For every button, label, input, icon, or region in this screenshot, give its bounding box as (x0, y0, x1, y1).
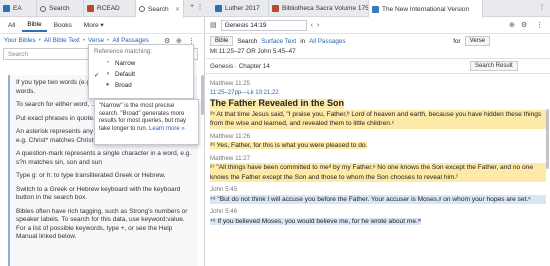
breadcrumb-verse[interactable]: Verse (88, 37, 104, 44)
tab-more[interactable]: More ▾ (79, 19, 109, 31)
pericope-title: The Father Revealed in the Son (210, 98, 345, 109)
doc-icon (272, 5, 279, 12)
option-narrow[interactable]: ◔ Narrow (89, 58, 193, 69)
verse-select[interactable]: Verse (464, 36, 490, 46)
menu-header: Reference matching: (94, 48, 153, 55)
tab-luther[interactable]: Luther 2017 (212, 0, 269, 17)
tooltip: "Narrow" is the most precise search. "Br… (94, 99, 199, 145)
tab-strip: EA Search RCEAD Search ✕ + ⋮ Luther 2017… (0, 0, 550, 18)
book-icon (3, 5, 10, 12)
tab-search-1[interactable]: Search (37, 0, 84, 17)
options-icon[interactable]: ⋮ (536, 21, 543, 29)
forward-icon[interactable]: › (317, 22, 319, 29)
default-icon: ◑ (105, 71, 110, 77)
context-label: Genesis · Chapter 14 (210, 62, 270, 70)
reference-input[interactable]: Genesis 14:19 (220, 19, 307, 31)
panel-menu-icon[interactable]: ⊕ (509, 21, 515, 29)
for-label: for (453, 37, 461, 45)
more-tabs-icon[interactable]: ⋮ (195, 3, 205, 11)
verse-reference[interactable]: Matthew 11:25 (210, 79, 546, 89)
broad-icon: ● (105, 82, 110, 88)
bible-panel: ▤ Genesis 14:19 ‹ › ⊕ ⚙ ⋮ Bible Search S… (206, 17, 550, 266)
back-icon[interactable]: ‹ (311, 22, 313, 29)
breadcrumb-text[interactable]: All Bible Text (44, 37, 80, 44)
verse-text: ⁴⁶ If you believed Moses, you would beli… (210, 217, 422, 225)
book-icon (215, 5, 222, 12)
verse-text: ⁴⁵ "But do not think I will accuse you b… (210, 194, 546, 204)
verse-text: ²⁶ Yes, Father, for this is what you wer… (210, 142, 368, 149)
tab-bible[interactable]: Bible (22, 19, 47, 32)
settings-icon[interactable]: ⚙ (521, 21, 527, 29)
app-window: EA Search RCEAD Search ✕ + ⋮ Luther 2017… (0, 0, 550, 266)
search-result-button[interactable]: Search Result (470, 61, 518, 71)
verse-reference[interactable]: John 5:45 (210, 185, 546, 195)
tab-books[interactable]: Books (49, 20, 77, 31)
bible-select[interactable]: Bible (210, 36, 234, 46)
book-icon[interactable]: ▤ (210, 21, 217, 29)
help-paragraph: Switch to a Greek or Hebrew keyboard wit… (16, 185, 181, 202)
verse-reference[interactable]: Matthew 11:27 (210, 154, 546, 164)
more-tabs-icon[interactable]: ⋮ (537, 3, 547, 11)
breadcrumb-separator: • (107, 37, 110, 44)
tab-more-label: More (83, 22, 99, 29)
option-broad[interactable]: ● Broad (89, 80, 193, 91)
tab-bibliotheca[interactable]: Bibliotheca Sacra Volume 175 (269, 0, 369, 17)
search-type-tabs: All Bible Books More ▾ ⚙ ⊕ ⋮ (0, 17, 204, 45)
checkmark-icon: ✓ (94, 71, 100, 79)
option-label: Default (115, 71, 135, 78)
narrow-icon: ◔ (105, 60, 110, 66)
tab-search-active[interactable]: Search ✕ (136, 0, 184, 18)
verse-text: ²⁷ "All things have been committed to me… (210, 163, 546, 182)
search-bar: Bible Search Surface Text in All Passage… (206, 34, 550, 48)
reference-matching-menu: Reference matching: ◔ Narrow ✓ ◑ Default… (88, 44, 194, 99)
breadcrumb-separator: • (38, 37, 41, 44)
book-icon (372, 5, 379, 13)
reference-bar: ▤ Genesis 14:19 ‹ › ⊕ ⚙ ⋮ (206, 17, 550, 34)
scrollbar[interactable] (546, 109, 549, 169)
search-icon (139, 6, 145, 12)
query-refs[interactable]: Mt 11:25–27 OR John 5:45–47 (206, 48, 550, 59)
search-icon (40, 5, 46, 12)
doc-icon (87, 5, 94, 12)
search-label: Search (237, 37, 258, 45)
help-paragraph: Bibles often have rich tagging, such as … (16, 207, 188, 241)
option-label: Narrow (115, 60, 136, 67)
verse-text: ²⁵ At that time Jesus said, "I praise yo… (210, 109, 546, 129)
help-paragraph: A question-mark represents a single char… (16, 150, 192, 166)
tab-rcead[interactable]: RCEAD (84, 0, 136, 17)
tab-niv[interactable]: The New International Version (369, 0, 483, 18)
help-paragraph: Type g: or h: to type transliterated Gre… (16, 172, 166, 179)
in-label: in (300, 37, 306, 45)
breadcrumb-separator: • (82, 37, 85, 44)
scope-link[interactable]: Surface Text (261, 38, 296, 45)
verse-reference[interactable]: John 5:46 (210, 207, 546, 217)
close-icon[interactable]: ✕ (175, 6, 180, 13)
tab-all[interactable]: All (3, 20, 20, 31)
learn-more-link[interactable]: Learn more » (149, 126, 185, 132)
tab-ea[interactable]: EA (0, 0, 37, 17)
results-content: Matthew 11:25 11:25–27pp—Lk 10:21,22 The… (206, 74, 550, 229)
passages-link[interactable]: All Passages (309, 38, 345, 45)
context-bar: Genesis · Chapter 14 Search Result (206, 59, 550, 74)
scrollbar[interactable] (201, 75, 204, 115)
verse-reference[interactable]: Matthew 11:26 (210, 132, 546, 142)
parallel-reference[interactable]: 11:25–27pp—Lk 10:21,22 (210, 89, 546, 99)
option-label: Broad (115, 82, 132, 89)
breadcrumb-passages[interactable]: All Passages (112, 37, 148, 44)
chevron-down-icon: ▾ (100, 22, 104, 29)
option-default[interactable]: ✓ ◑ Default (89, 69, 193, 80)
breadcrumb-bibles[interactable]: Your Bibles (4, 37, 36, 44)
